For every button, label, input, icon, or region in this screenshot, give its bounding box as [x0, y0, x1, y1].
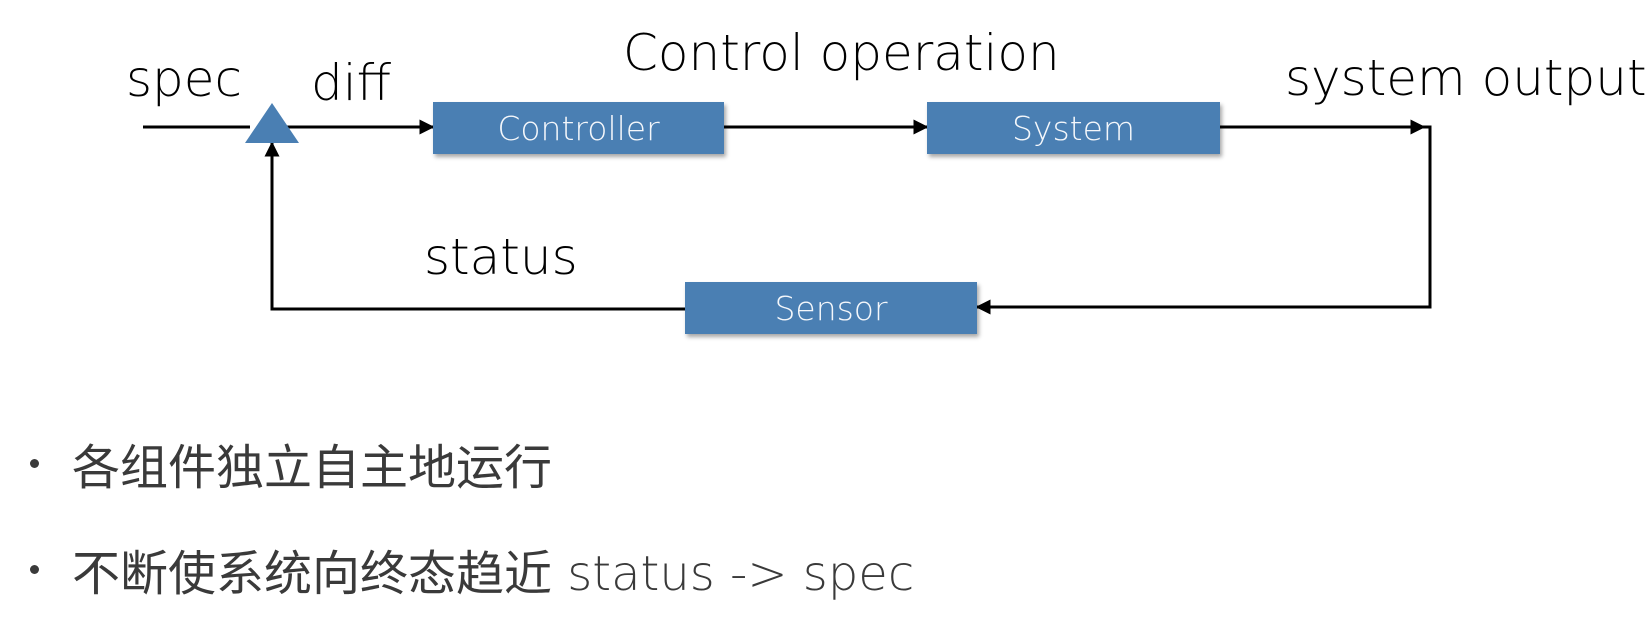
bullet-item: 各组件独立自主地运行 [30, 432, 914, 496]
bullet-text: 各组件独立自主地运行 [72, 440, 553, 496]
controller-block: Controller [433, 102, 724, 154]
status-label: status [424, 228, 578, 286]
output-to-sensor-line [975, 125, 1432, 315]
system-output-label: system output [1285, 49, 1647, 107]
bullet-dot-icon [30, 458, 39, 468]
bullet-text: 不断使系统向终态趋近 status -> spec [72, 546, 915, 602]
diff-label: diff [311, 54, 392, 112]
bullet-item: 不断使系统向终态趋近 status -> spec [30, 538, 914, 602]
bullet-list: 各组件独立自主地运行 不断使系统向终态趋近 status -> spec [30, 432, 914, 602]
bullet-dot-icon [30, 564, 39, 574]
control-loop-diagram: spec diff Control operation system outpu… [0, 0, 1652, 360]
control-operation-label: Control operation [623, 24, 1060, 82]
spec-label: spec [126, 50, 243, 108]
comparator-triangle [245, 103, 299, 143]
system-block: System [927, 102, 1220, 154]
sensor-block: Sensor [685, 282, 977, 334]
